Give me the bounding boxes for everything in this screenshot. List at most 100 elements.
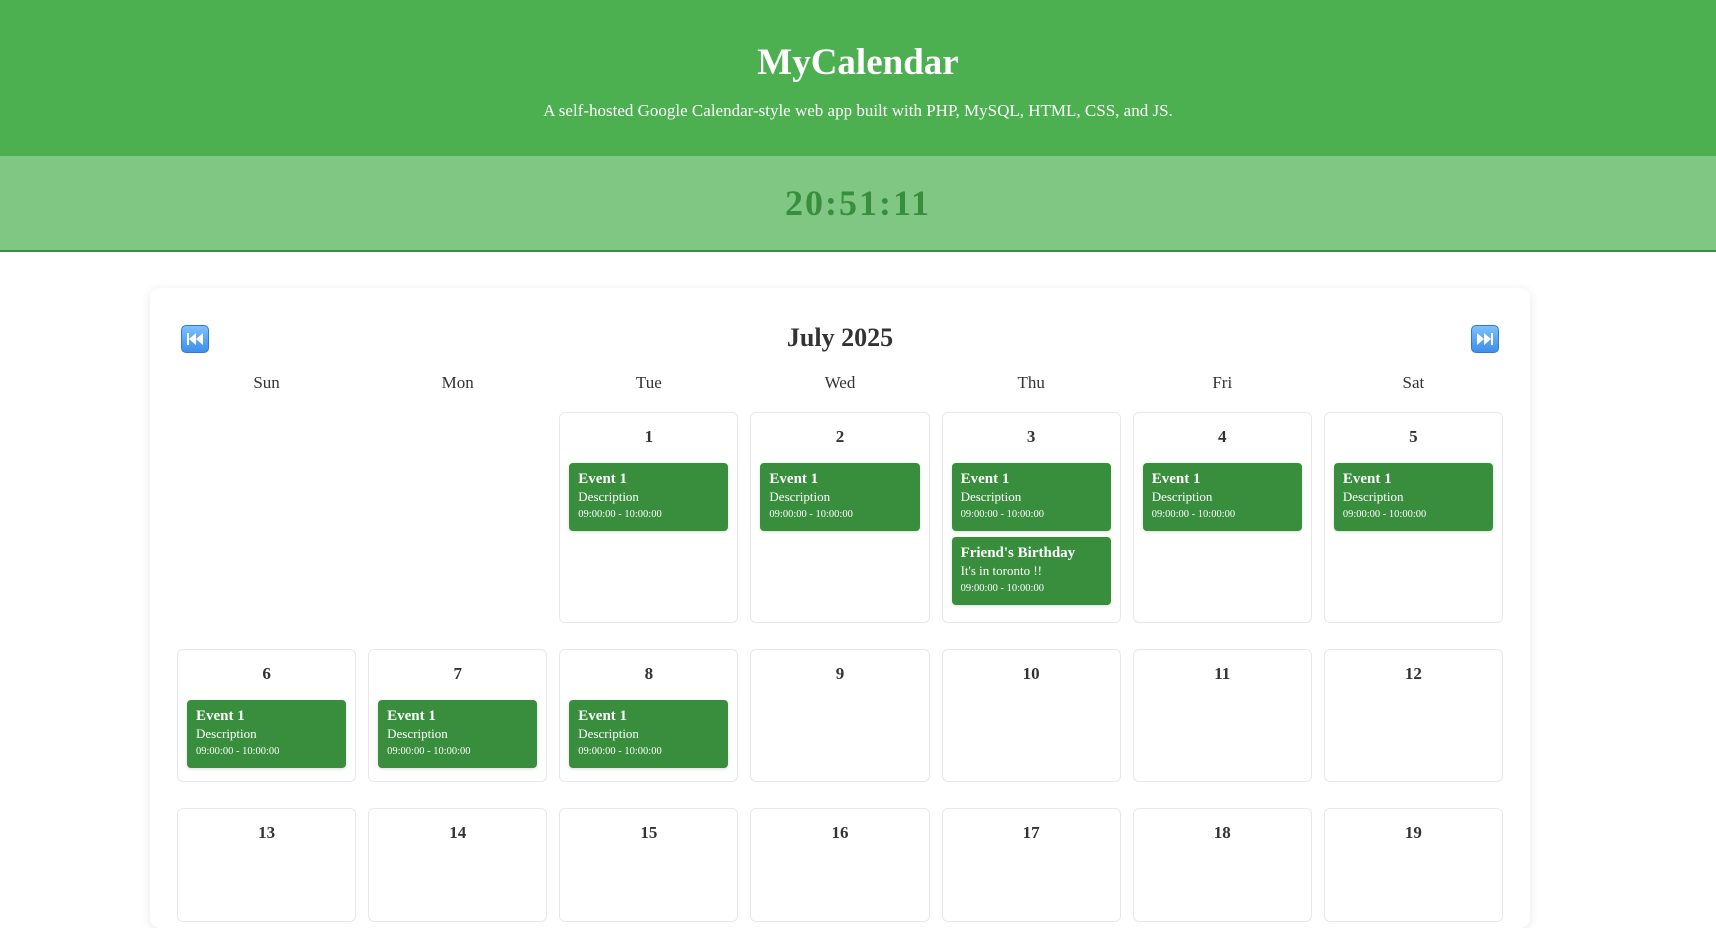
weekday-header-row: Sun Mon Tue Wed Thu Fri Sat (177, 368, 1503, 398)
event-card[interactable]: Event 1 Description 09:00:00 - 10:00:00 (187, 700, 347, 768)
weekday-label: Sun (253, 373, 280, 392)
day-number: 14 (449, 823, 467, 842)
event-description: Description (578, 726, 639, 741)
calendar-header: July 2025 (177, 316, 1503, 360)
event-title: Event 1 (769, 471, 819, 487)
calendar-grid: 1 Event 1 Description 09:00:00 - 10:00:00 2 E… (177, 412, 1503, 922)
fast-forward-icon (1477, 333, 1493, 345)
day-cell[interactable]: 16 (750, 808, 930, 922)
event-title: Event 1 (960, 471, 1010, 487)
next-month-button[interactable] (1471, 325, 1499, 353)
day-number: 11 (1214, 664, 1231, 683)
app-subtitle: A self-hosted Google Calendar-style web … (543, 101, 1173, 120)
day-cell[interactable]: 17 (941, 808, 1121, 922)
day-number: 13 (258, 823, 276, 842)
day-cell[interactable]: 19 (1323, 808, 1503, 922)
day-cell[interactable]: 1 Event 1 Description 09:00:00 - 10:00:00 (559, 412, 739, 623)
day-number: 17 (1022, 823, 1040, 842)
event-time: 09:00:00 - 10:00:00 (578, 746, 662, 757)
day-number: 3 (1026, 427, 1036, 446)
event-list: Event 1 Description 09:00:00 - 10:00:00 (187, 700, 347, 768)
event-title: Event 1 (1342, 471, 1392, 487)
day-number: 7 (453, 664, 462, 683)
day-number: 1 (644, 427, 654, 446)
event-title: Event 1 (387, 708, 436, 724)
day-number: 5 (1409, 427, 1418, 446)
month-label: July 2025 (786, 323, 894, 352)
day-cell[interactable]: 2 Event 1 Description 09:00:00 - 10:00:00 (750, 412, 930, 623)
weekday-label: Fri (1212, 373, 1233, 392)
day-cell[interactable]: 6 Event 1 Description 09:00:00 - 10:00:00 (177, 649, 357, 782)
event-description: Description (196, 726, 257, 741)
day-cell[interactable]: 18 (1132, 808, 1312, 922)
live-clock: 20:51:11 (785, 183, 931, 223)
app-title: MyCalendar (757, 42, 959, 83)
event-card[interactable]: Event 1 Description 09:00:00 - 10:00:00 (378, 700, 538, 768)
day-number: 19 (1404, 823, 1422, 842)
empty-day-cell (368, 412, 547, 623)
event-description: Description (1151, 489, 1213, 504)
empty-day-cell (177, 412, 356, 623)
day-cell[interactable]: 7 Event 1 Description 09:00:00 - 10:00:00 (368, 649, 548, 782)
event-card[interactable]: Friend's Birthday It's in toronto !! 09:00… (951, 537, 1111, 605)
event-list: Event 1 Description 09:00:00 - 10:00:00 Fri… (951, 463, 1111, 605)
calendar-week-row: 6 Event 1 Description 09:00:00 - 10:00:00 7 E… (177, 649, 1503, 794)
event-title: Event 1 (578, 708, 628, 724)
rewind-icon (187, 333, 203, 345)
prev-month-button[interactable] (181, 325, 209, 353)
weekday-label: Wed (824, 373, 856, 392)
day-number: 16 (831, 823, 849, 842)
day-cell[interactable]: 11 (1132, 649, 1312, 782)
day-cell[interactable]: 10 (941, 649, 1121, 782)
event-time: 09:00:00 - 10:00:00 (960, 583, 1044, 594)
event-time: 09:00:00 - 10:00:00 (769, 509, 853, 520)
day-number: 8 (644, 664, 654, 683)
event-card[interactable]: Event 1 Description 09:00:00 - 10:00:00 (1333, 463, 1493, 531)
event-card[interactable]: Event 1 Description 09:00:00 - 10:00:00 (760, 463, 920, 531)
calendar-week-row: 13 14 15 16 17 18 19 (177, 808, 1503, 922)
day-cell[interactable]: 9 (750, 649, 930, 782)
event-description: Description (1342, 489, 1404, 504)
event-title: Event 1 (578, 471, 628, 487)
day-cell[interactable]: 13 (177, 808, 357, 922)
event-list: Event 1 Description 09:00:00 - 10:00:00 (760, 463, 920, 531)
event-card[interactable]: Event 1 Description 09:00:00 - 10:00:00 (569, 700, 729, 768)
event-title: Event 1 (196, 708, 245, 724)
event-time: 09:00:00 - 10:00:00 (1151, 509, 1236, 520)
event-description: Description (960, 489, 1022, 504)
calendar-container: July 2025 Sun Mon Tue Wed Thu Fri Sat 1 E… (150, 288, 1530, 928)
day-number: 10 (1022, 664, 1040, 683)
day-cell[interactable]: 5 Event 1 Description 09:00:00 - 10:00:00 (1323, 412, 1503, 623)
day-number: 12 (1404, 664, 1422, 683)
weekday-label: Mon (441, 373, 474, 392)
day-number: 18 (1213, 823, 1231, 842)
event-title: Friend's Birthday (960, 545, 1076, 561)
event-list: Event 1 Description 09:00:00 - 10:00:00 (1142, 463, 1302, 531)
app-header: MyCalendar A self-hosted Google Calendar… (0, 0, 1716, 156)
day-number: 4 (1218, 427, 1227, 446)
event-list: Event 1 Description 09:00:00 - 10:00:00 (378, 700, 538, 768)
weekday-label: Tue (635, 373, 662, 392)
day-cell[interactable]: 15 (559, 808, 739, 922)
day-number: 6 (262, 664, 271, 683)
day-cell[interactable]: 12 (1323, 649, 1503, 782)
event-description: Description (769, 489, 831, 504)
day-cell[interactable]: 8 Event 1 Description 09:00:00 - 10:00:00 (559, 649, 739, 782)
event-time: 09:00:00 - 10:00:00 (578, 509, 662, 520)
day-cell[interactable]: 3 Event 1 Description 09:00:00 - 10:00:00 Fr… (941, 412, 1121, 623)
day-cell[interactable]: 14 (368, 808, 548, 922)
event-card[interactable]: Event 1 Description 09:00:00 - 10:00:00 (569, 463, 729, 531)
event-title: Event 1 (1151, 471, 1201, 487)
weekday-label: Sat (1402, 373, 1425, 392)
day-number: 2 (835, 427, 845, 446)
day-number: 15 (640, 823, 658, 842)
event-card[interactable]: Event 1 Description 09:00:00 - 10:00:00 (951, 463, 1111, 531)
weekday-label: Thu (1017, 373, 1045, 392)
event-card[interactable]: Event 1 Description 09:00:00 - 10:00:00 (1142, 463, 1302, 531)
event-list: Event 1 Description 09:00:00 - 10:00:00 (1333, 463, 1493, 531)
event-time: 09:00:00 - 10:00:00 (1342, 509, 1427, 520)
event-time: 09:00:00 - 10:00:00 (196, 746, 280, 757)
event-description: It's in toronto !! (960, 563, 1042, 578)
day-cell[interactable]: 4 Event 1 Description 09:00:00 - 10:00:00 (1132, 412, 1312, 623)
event-description: Description (387, 726, 448, 741)
